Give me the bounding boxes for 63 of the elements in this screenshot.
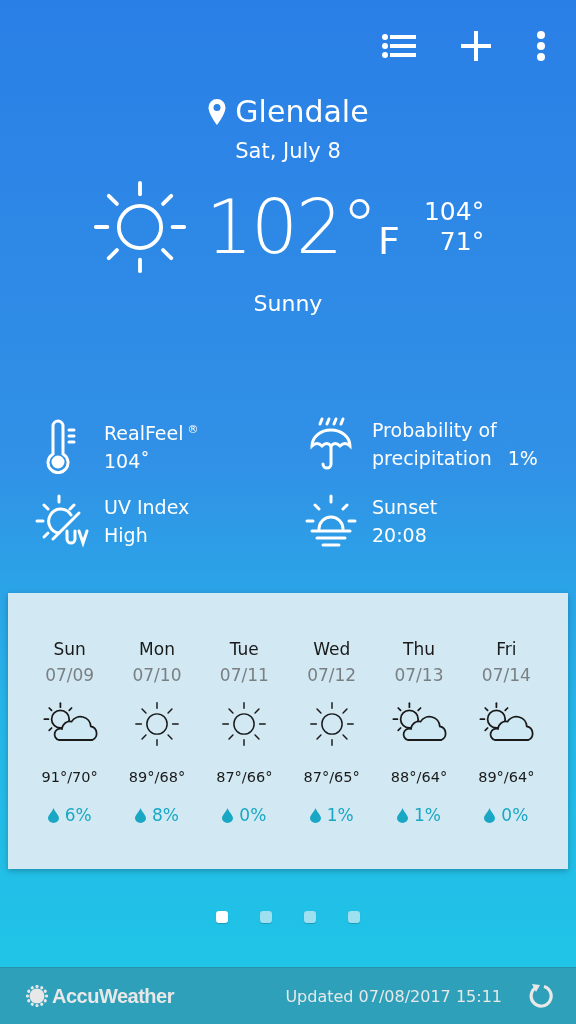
forecast-day: Sun: [53, 639, 86, 660]
low-temperature: 71°: [439, 227, 485, 257]
precipitation-chance: 6%: [64, 805, 92, 826]
raindrop-icon: [309, 807, 321, 823]
sun-icon: [308, 701, 355, 748]
detail-label: UV Index: [104, 495, 190, 521]
forecast-temperatures: 89°/64°: [478, 769, 535, 786]
precipitation-chance: 0%: [501, 805, 529, 826]
updated-time: Updated 07/08/2017 15:11: [285, 986, 502, 1006]
condition-text: Sunny: [252, 291, 324, 316]
precipitation-chance: 1%: [414, 805, 441, 826]
list-icon[interactable]: [382, 34, 416, 58]
forecast-day: Tue: [229, 639, 259, 660]
refresh-icon[interactable]: [528, 983, 554, 1009]
sun-icon: [91, 179, 188, 275]
umbrella-rain-icon: [308, 416, 354, 472]
forecast-date: 07/14: [481, 665, 531, 686]
forecast-date: 07/10: [132, 665, 182, 686]
page-indicator[interactable]: [216, 911, 228, 924]
page-indicator[interactable]: [260, 911, 272, 924]
more-options-icon[interactable]: [536, 31, 546, 61]
forecast-day: Fri: [496, 639, 517, 660]
raindrop-icon: [47, 807, 59, 823]
temperature-unit: F: [378, 219, 400, 263]
forecast-temperatures: 88°/64°: [390, 769, 448, 786]
add-icon[interactable]: [460, 30, 492, 62]
current-temperature: 102°: [205, 184, 377, 270]
detail-label: RealFeel $^{®}$: [104, 421, 199, 447]
forecast-date: 07/13: [394, 665, 444, 686]
detail-value: 104˚: [104, 449, 151, 475]
precipitation-chance: 1%: [326, 805, 354, 826]
city-name: Glendale: [235, 94, 369, 129]
detail-label: Sunset: [372, 495, 438, 521]
detail-value: 20:08: [372, 523, 428, 549]
detail-value: 1%: [507, 447, 538, 469]
sun-icon: [134, 701, 180, 748]
brand-name: AccuWeather: [52, 984, 174, 1008]
page-indicator[interactable]: [348, 911, 360, 924]
forecast-temperatures: 91°/70°: [41, 769, 98, 786]
forecast-date: 07/09: [45, 665, 95, 686]
precipitation-chance: 0%: [239, 805, 267, 826]
forecast-day: Thu: [403, 639, 435, 660]
forecast-date: 07/11: [219, 665, 269, 686]
detail-value: High: [104, 523, 149, 549]
raindrop-icon: [397, 807, 408, 823]
date-text: Sat, July 8: [234, 139, 342, 163]
sun-icon: [221, 701, 268, 748]
forecast-temperatures: 87°/66°: [216, 769, 273, 786]
raindrop-icon: [222, 807, 234, 823]
high-temperature: 104°: [423, 197, 485, 227]
page-indicator[interactable]: [304, 911, 316, 924]
detail-label: Probability of precipitation: [372, 419, 497, 469]
raindrop-icon: [484, 807, 496, 823]
forecast-date: 07/12: [307, 665, 357, 686]
forecast-day: Wed: [313, 639, 351, 660]
location-pin-icon: [207, 97, 228, 126]
forecast-day: Mon: [139, 639, 175, 660]
forecast-temperatures: 87°/65°: [303, 769, 360, 786]
sunset-icon: [303, 493, 359, 550]
forecast-temperatures: 89°/68°: [128, 769, 186, 786]
raindrop-icon: [135, 807, 146, 823]
precipitation-chance: 8%: [152, 805, 179, 826]
sun-logo-icon: [26, 985, 48, 1007]
